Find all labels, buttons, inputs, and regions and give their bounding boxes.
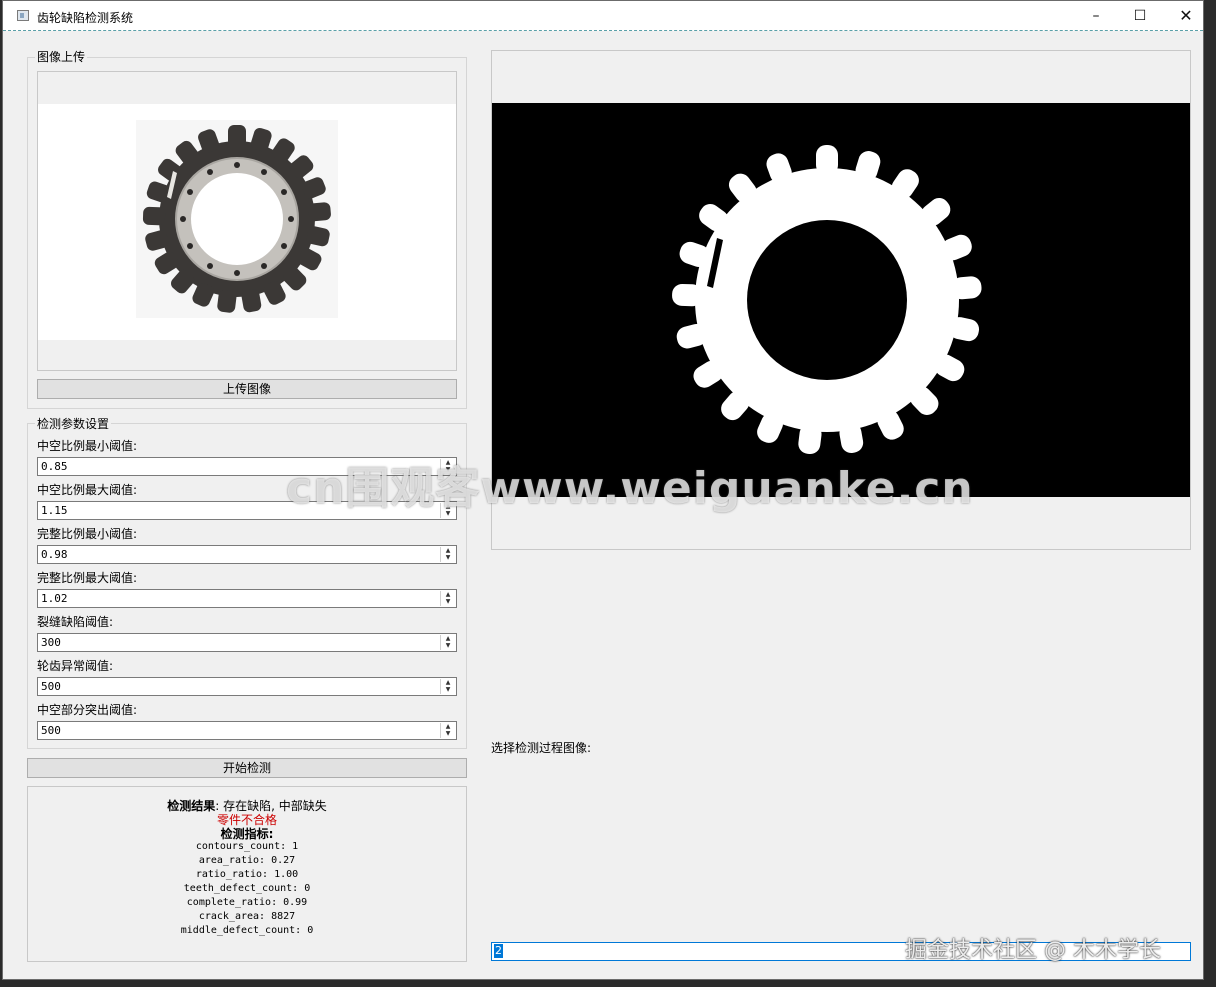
param-value: 1.02 <box>41 592 68 605</box>
param-value: 0.98 <box>41 548 68 561</box>
param-label-hollow-min: 中空比例最小阈值: <box>37 439 138 453</box>
metric-teeth-defect-count: teeth_defect_count: 0 <box>183 883 311 894</box>
process-image-select-value: 2 <box>494 944 503 958</box>
gear-photo-image <box>136 120 338 318</box>
center-watermark: cn围观客www.weiguanke.cn <box>286 463 974 514</box>
maximize-button[interactable]: ☐ <box>1117 1 1163 31</box>
param-value: 500 <box>41 680 61 693</box>
param-label-crack: 裂缝缺陷阈值: <box>37 615 114 629</box>
spin-arrows-icon[interactable]: ▲ ▼ <box>440 547 455 562</box>
close-button[interactable]: ✕ <box>1163 1 1209 31</box>
param-value: 300 <box>41 636 61 649</box>
metric-area-ratio: area_ratio: 0.27 <box>198 855 296 866</box>
spin-arrows-icon[interactable]: ▲ ▼ <box>440 723 455 738</box>
process-selector-label: 选择检测过程图像: <box>491 741 592 755</box>
uploaded-image-canvas <box>38 104 456 340</box>
param-input-crack[interactable]: 300 ▲ ▼ <box>37 633 457 652</box>
spin-arrows-icon[interactable]: ▲ ▼ <box>440 591 455 606</box>
param-label-teeth: 轮齿异常阈值: <box>37 659 114 673</box>
param-input-complete-max[interactable]: 1.02 ▲ ▼ <box>37 589 457 608</box>
corner-watermark: 掘金技术社区 @ 木木学长 <box>905 938 1161 963</box>
param-input-hollow-protrusion[interactable]: 500 ▲ ▼ <box>37 721 457 740</box>
param-input-teeth[interactable]: 500 ▲ ▼ <box>37 677 457 696</box>
metric-contours-count: contours_count: 1 <box>195 841 299 852</box>
spin-arrows-icon[interactable]: ▲ ▼ <box>440 635 455 650</box>
param-label-hollow-max: 中空比例最大阈值: <box>37 483 138 497</box>
spin-arrows-icon[interactable]: ▲ ▼ <box>440 679 455 694</box>
app-window-icon <box>17 10 29 21</box>
metric-middle-defect-count: middle_defect_count: 0 <box>180 925 314 936</box>
param-value: 500 <box>41 724 61 737</box>
metrics-title: 检测指标: <box>220 827 274 841</box>
param-label-complete-max: 完整比例最大阈值: <box>37 571 138 585</box>
binary-gear-image <box>672 145 982 455</box>
uploaded-image-view <box>37 71 457 371</box>
param-label-hollow-protrusion: 中空部分突出阈值: <box>37 703 138 717</box>
params-group-title: 检测参数设置 <box>35 415 112 432</box>
metric-ratio-ratio: ratio_ratio: 1.00 <box>195 869 299 880</box>
title-bar[interactable]: 齿轮缺陷检测系统 – ☐ ✕ <box>3 1 1203 31</box>
param-input-complete-min[interactable]: 0.98 ▲ ▼ <box>37 545 457 564</box>
metric-complete-ratio: complete_ratio: 0.99 <box>186 897 308 908</box>
param-value: 0.85 <box>41 460 68 473</box>
result-panel: 检测结果: 存在缺陷, 中部缺失 零件不合格 检测指标: contours_co… <box>27 786 467 962</box>
param-label-complete-min: 完整比例最小阈值: <box>37 527 138 541</box>
upload-group-title: 图像上传 <box>35 48 88 65</box>
param-value: 1.15 <box>41 504 68 517</box>
minimize-button[interactable]: – <box>1073 1 1119 31</box>
start-detection-button[interactable]: 开始检测 <box>27 758 467 778</box>
window-title: 齿轮缺陷检测系统 <box>37 11 134 25</box>
binary-image-canvas <box>492 103 1190 497</box>
upload-image-button[interactable]: 上传图像 <box>37 379 457 399</box>
metric-crack-area: crack_area: 8827 <box>198 911 296 922</box>
